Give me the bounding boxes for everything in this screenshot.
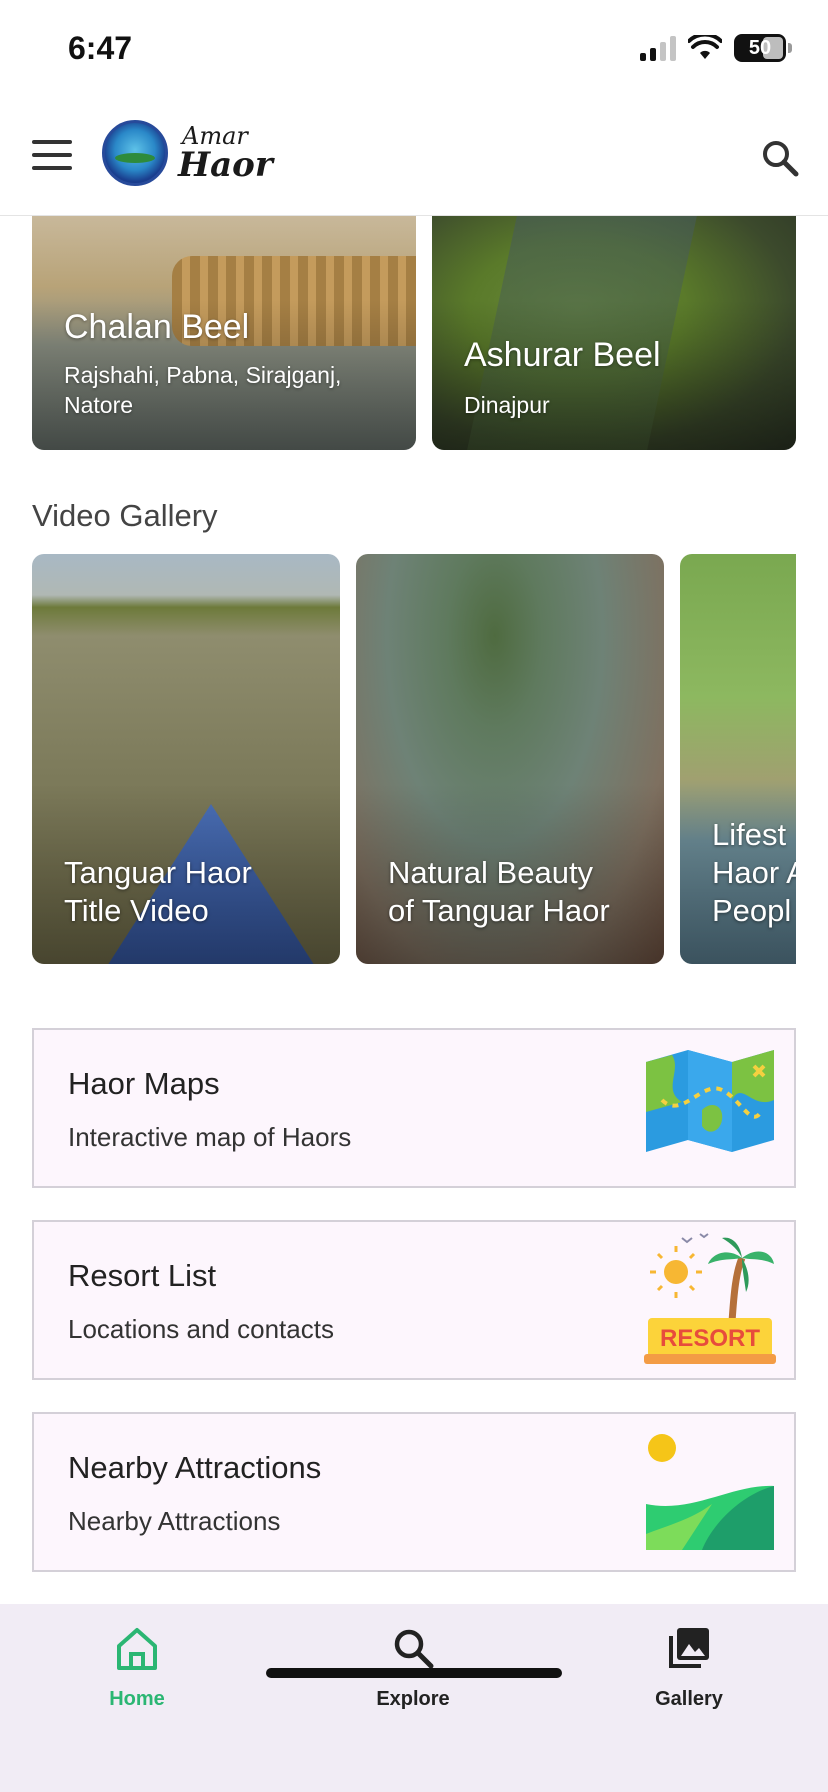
battery-percent: 50 xyxy=(748,36,772,59)
logo-emblem-icon xyxy=(102,120,168,186)
video-card[interactable]: Natural Beauty of Tanguar Haor xyxy=(356,554,664,964)
beel-card-ashurar[interactable]: Ashurar Beel Dinajpur xyxy=(432,216,796,450)
home-indicator xyxy=(266,1668,562,1678)
battery-icon: 50 xyxy=(734,34,786,62)
resort-list-card[interactable]: Resort List Locations and contacts RESOR… xyxy=(32,1220,796,1380)
app-logo[interactable]: Amar Haor xyxy=(102,120,273,186)
search-icon xyxy=(394,1629,434,1669)
battery-tip xyxy=(788,43,792,53)
nav-home[interactable]: Home xyxy=(47,1622,227,1711)
status-bar: 6:47 50 xyxy=(0,0,828,100)
beel-title: Chalan Beel xyxy=(64,308,250,346)
video-gallery-heading: Video Gallery xyxy=(32,498,218,533)
haor-maps-card[interactable]: Haor Maps Interactive map of Haors xyxy=(32,1028,796,1188)
status-icons: 50 xyxy=(640,34,792,62)
beel-subtitle: Dinajpur xyxy=(464,392,550,418)
video-title: Tanguar Haor Title Video xyxy=(64,855,252,928)
wifi-icon xyxy=(688,35,722,59)
beel-card-chalan[interactable]: Chalan Beel Rajshahi, Pabna, Sirajganj, … xyxy=(32,216,416,450)
bottom-navigation: Home Explore Gallery xyxy=(0,1604,828,1792)
home-icon xyxy=(117,1628,157,1670)
feature-title: Nearby Attractions xyxy=(68,1450,322,1485)
resort-icon: RESORT xyxy=(644,1233,776,1364)
nearby-attractions-card[interactable]: Nearby Attractions Nearby Attractions xyxy=(32,1412,796,1572)
beel-subtitle: Natore xyxy=(64,392,134,418)
nav-label: Gallery xyxy=(655,1688,723,1710)
hamburger-menu-icon[interactable] xyxy=(32,140,72,170)
video-title: Lifest Haor A Peopl xyxy=(712,817,796,928)
video-card[interactable]: Lifest Haor A Peopl xyxy=(680,554,796,964)
landscape-icon xyxy=(646,1434,774,1550)
map-icon xyxy=(646,1050,774,1152)
nav-label: Explore xyxy=(376,1688,450,1710)
video-card[interactable]: Tanguar Haor Title Video xyxy=(32,554,340,964)
cellular-signal-icon xyxy=(640,35,676,61)
feature-title: Resort List xyxy=(68,1258,217,1293)
logo-text: Amar Haor xyxy=(178,124,273,182)
status-time: 6:47 xyxy=(68,30,133,66)
beel-title: Ashurar Beel xyxy=(464,336,661,374)
search-icon[interactable] xyxy=(760,138,800,178)
resort-icon-text: RESORT xyxy=(660,1325,760,1352)
feature-subtitle: Nearby Attractions xyxy=(68,1506,281,1536)
nav-explore[interactable]: Explore xyxy=(323,1622,503,1711)
app-bar: Amar Haor xyxy=(0,100,828,216)
feature-title: Haor Maps xyxy=(68,1066,220,1101)
gallery-icon xyxy=(669,1628,709,1668)
logo-text-line2: Haor xyxy=(178,145,273,185)
beel-subtitle: Rajshahi, Pabna, Sirajganj, xyxy=(64,362,342,388)
video-carousel[interactable]: Tanguar Haor Title Video Natural Beauty … xyxy=(32,554,796,964)
nav-label: Home xyxy=(109,1688,165,1710)
video-title: Natural Beauty of Tanguar Haor xyxy=(388,855,610,928)
beel-carousel[interactable]: Chalan Beel Rajshahi, Pabna, Sirajganj, … xyxy=(32,216,796,450)
nav-gallery[interactable]: Gallery xyxy=(599,1622,779,1711)
feature-subtitle: Interactive map of Haors xyxy=(68,1122,352,1152)
feature-subtitle: Locations and contacts xyxy=(68,1314,334,1344)
